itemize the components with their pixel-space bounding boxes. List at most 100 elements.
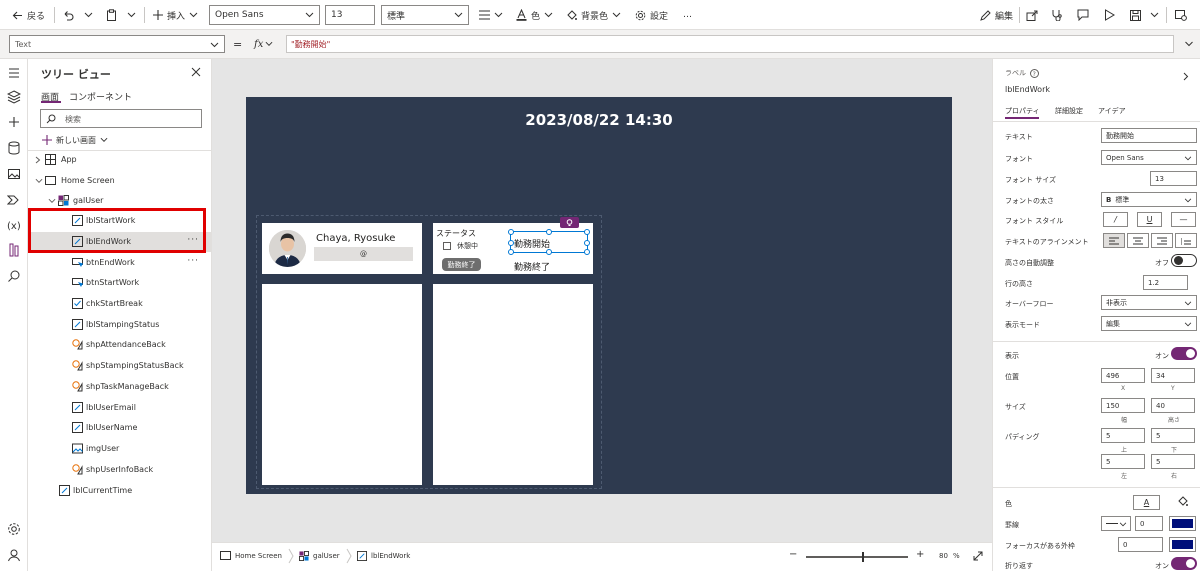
tree-item-home-screen[interactable]: Home Screen	[28, 171, 211, 191]
overflow-select[interactable]: 非表示	[1101, 295, 1197, 310]
tree-item-lbluseremail[interactable]: lblUserEmail	[28, 398, 211, 418]
breadcrumb-lblendwork[interactable]: lblEndWork	[357, 551, 410, 561]
expand-formula-icon[interactable]	[1184, 41, 1194, 47]
home-screen[interactable]: 2023/08/22 14:30 Chaya, Ryosuke @ ステータス …	[246, 97, 952, 494]
align-center-toggle[interactable]	[1127, 233, 1149, 248]
variables-icon[interactable]: (x)	[7, 218, 21, 232]
edit-button[interactable]: 編集	[980, 0, 1013, 30]
align-button[interactable]	[479, 0, 503, 30]
padding-top-input[interactable]: 5	[1101, 428, 1145, 443]
tab-advanced[interactable]: 詳細設定	[1055, 106, 1083, 116]
resize-handle[interactable]	[546, 249, 552, 255]
width-input[interactable]: 150	[1101, 398, 1145, 413]
zoom-slider-thumb[interactable]	[862, 552, 865, 562]
save-button[interactable]	[1130, 0, 1141, 30]
italic-toggle[interactable]: /	[1103, 212, 1128, 227]
resize-handle[interactable]	[508, 249, 514, 255]
padding-right-input[interactable]: 5	[1151, 454, 1195, 469]
data-icon[interactable]	[7, 141, 21, 155]
border-width-input[interactable]: 0	[1135, 516, 1163, 531]
insert-button[interactable]: 挿入	[153, 0, 198, 30]
padding-bottom-input[interactable]: 5	[1151, 428, 1195, 443]
visible-toggle[interactable]	[1171, 347, 1197, 360]
insert-icon[interactable]	[7, 115, 21, 129]
font-color-button[interactable]: 色	[516, 0, 553, 30]
user-name-label[interactable]: Chaya, Ryosuke	[316, 233, 395, 244]
more-button[interactable]: …	[683, 0, 692, 30]
power-automate-icon[interactable]	[7, 193, 21, 207]
zoom-in-button[interactable]: +	[916, 549, 924, 560]
undo-button[interactable]	[62, 0, 74, 30]
auto-height-toggle[interactable]	[1171, 254, 1197, 267]
breadcrumb-home-screen[interactable]: Home Screen	[220, 551, 282, 560]
text-property-input[interactable]: 勤務開始	[1101, 128, 1197, 143]
start-break-checkbox[interactable]: 休憩中	[443, 241, 478, 251]
font-size-input[interactable]: 13	[325, 5, 375, 25]
resize-handle[interactable]	[508, 240, 514, 246]
position-y-input[interactable]: 34	[1151, 368, 1195, 383]
selected-label-end-work[interactable]: 勤務開始	[508, 229, 590, 255]
font-family-select[interactable]: Open Sans	[209, 5, 320, 25]
user-avatar[interactable]	[269, 230, 306, 267]
tree-view-icon[interactable]	[7, 90, 21, 104]
tree-item-shpstampingstatusback[interactable]: shpStampingStatusBack	[28, 356, 211, 376]
resize-handle[interactable]	[584, 229, 590, 235]
paste-button[interactable]	[106, 0, 117, 30]
tab-ideas[interactable]: アイデア	[1098, 106, 1126, 116]
ideas-badge[interactable]	[560, 217, 579, 228]
end-work-button[interactable]: 勤務終了	[442, 258, 481, 271]
tab-components[interactable]: コンポーネント	[69, 90, 132, 103]
hamburger-icon[interactable]	[7, 66, 21, 80]
tree-item-lblusername[interactable]: lblUserName	[28, 418, 211, 438]
media-icon[interactable]	[7, 167, 21, 181]
more-options-button[interactable]: ···	[187, 256, 199, 266]
paste-dropdown[interactable]	[127, 0, 136, 30]
height-input[interactable]: 40	[1151, 398, 1195, 413]
align-justify-toggle[interactable]	[1175, 233, 1197, 248]
underline-toggle[interactable]: U	[1137, 212, 1162, 227]
resize-handle[interactable]	[508, 229, 514, 235]
tree-item-btnstartwork[interactable]: btnStartWork	[28, 273, 211, 293]
back-button[interactable]: 戻る	[12, 0, 45, 30]
tree-item-lblstampingstatus[interactable]: lblStampingStatus	[28, 315, 211, 335]
fit-to-window-icon[interactable]	[973, 551, 983, 561]
save-dropdown[interactable]	[1150, 0, 1159, 30]
padding-left-input[interactable]: 5	[1101, 454, 1145, 469]
display-mode-select[interactable]: 編集	[1101, 316, 1197, 331]
font-weight-select[interactable]: 標準	[381, 5, 469, 25]
health-check-button[interactable]	[1051, 0, 1063, 30]
tree-item-imguser[interactable]: imgUser	[28, 439, 211, 459]
position-x-input[interactable]: 496	[1101, 368, 1145, 383]
breadcrumb-galuser[interactable]: galUser	[299, 551, 340, 561]
line-height-input[interactable]: 1.2	[1143, 275, 1188, 290]
property-select[interactable]: Text	[9, 35, 225, 53]
zoom-slider[interactable]	[806, 552, 908, 562]
align-right-toggle[interactable]	[1151, 233, 1173, 248]
current-time-label[interactable]: 2023/08/22 14:30	[246, 111, 952, 129]
preview-button[interactable]	[1104, 0, 1115, 30]
function-button[interactable]: fx	[254, 35, 273, 53]
fill-color-button[interactable]: 背景色	[566, 0, 621, 30]
focused-border-input[interactable]: 0	[1118, 537, 1163, 552]
settings-icon[interactable]	[7, 522, 21, 536]
font-property-select[interactable]: Open Sans	[1101, 150, 1197, 165]
search-icon[interactable]	[7, 269, 21, 283]
formula-input[interactable]: "勤務開始"	[286, 35, 1174, 53]
tree-item-chkstartbreak[interactable]: chkStartBreak	[28, 294, 211, 314]
tree-item-shpuserinfoback[interactable]: shpUserInfoBack	[28, 460, 211, 480]
help-icon[interactable]: ?	[1030, 68, 1039, 78]
search-input[interactable]: 検索	[40, 109, 202, 128]
strikethrough-toggle[interactable]: —	[1171, 212, 1196, 227]
new-screen-button[interactable]: 新しい画面	[42, 133, 108, 147]
settings-button[interactable]: 設定	[635, 0, 668, 30]
tree-item-shptaskmanageback[interactable]: shpTaskManageBack	[28, 377, 211, 397]
align-left-toggle[interactable]	[1103, 233, 1125, 248]
advanced-tools-icon[interactable]	[7, 243, 21, 257]
tree-item-btnendwork[interactable]: btnEndWork ···	[28, 253, 211, 273]
undo-dropdown[interactable]	[84, 0, 93, 30]
resize-handle[interactable]	[546, 229, 552, 235]
close-icon[interactable]	[191, 67, 201, 77]
comments-button[interactable]	[1077, 0, 1089, 30]
resize-handle[interactable]	[584, 249, 590, 255]
tab-properties[interactable]: プロパティ	[1005, 106, 1040, 116]
